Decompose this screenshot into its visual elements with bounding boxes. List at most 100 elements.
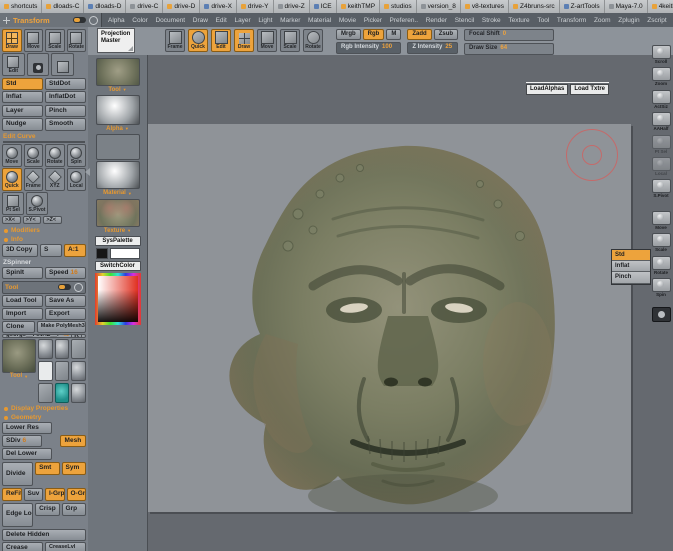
- local-button[interactable]: Local: [652, 157, 671, 176]
- menu-item-preferences[interactable]: Preferen..: [390, 17, 419, 24]
- tool-thumbnail[interactable]: [96, 58, 140, 86]
- menu-item-zplugin[interactable]: Zplugin: [618, 17, 639, 24]
- top-tab[interactable]: v8-textures: [461, 0, 509, 13]
- orient-move-button[interactable]: Move: [2, 144, 22, 167]
- point-select-button[interactable]: Pt Sel: [2, 192, 24, 215]
- brush-inflatdot-button[interactable]: InflatDot: [45, 91, 86, 103]
- z-intensity-slider[interactable]: Z Intensity 25: [407, 42, 458, 54]
- set-pivot-button[interactable]: S.Pivot: [26, 192, 48, 215]
- material-thumbnail[interactable]: [96, 161, 140, 189]
- menu-item-layer[interactable]: Layer: [234, 17, 250, 24]
- move-button[interactable]: Move: [257, 29, 277, 52]
- tool-thumbnail[interactable]: [55, 361, 70, 381]
- top-tab[interactable]: drive-Y: [237, 0, 274, 13]
- draw-size-slider[interactable]: Draw Size 64: [464, 43, 554, 55]
- igrp-toggle[interactable]: I-Grp: [45, 488, 65, 500]
- secondary-color-swatch[interactable]: [96, 248, 108, 259]
- texture-tray-label[interactable]: Texture: [104, 228, 125, 235]
- suv-toggle[interactable]: Suv: [24, 488, 44, 500]
- tool-thumbnail[interactable]: [38, 383, 53, 403]
- scale-mode-button[interactable]: Scale: [45, 29, 65, 52]
- menu-item-light[interactable]: Light: [258, 17, 272, 24]
- menu-item-draw[interactable]: Draw: [193, 17, 208, 24]
- menu-item-tool[interactable]: Tool: [537, 17, 549, 24]
- spinit-button[interactable]: SpinIt: [2, 267, 43, 279]
- top-tab[interactable]: drive-D: [163, 0, 200, 13]
- menu-item-alpha[interactable]: Alpha: [108, 17, 125, 24]
- zadd-button[interactable]: Zadd: [407, 29, 431, 40]
- scroll-button[interactable]: Scroll: [652, 45, 671, 64]
- frame-button[interactable]: Frame: [24, 168, 44, 191]
- menu-item-stroke[interactable]: Stroke: [482, 17, 501, 24]
- saturation-square[interactable]: [98, 276, 138, 322]
- tool-thumbnail[interactable]: [55, 339, 70, 359]
- menu-item-zscript[interactable]: Zscript: [647, 17, 667, 24]
- top-tab[interactable]: Maya-7.0: [605, 0, 648, 13]
- move-mode-button[interactable]: Move: [24, 29, 44, 52]
- menu-item-color[interactable]: Color: [132, 17, 148, 24]
- popup-item-inflat[interactable]: Inflat: [612, 261, 650, 272]
- edit-mode-button[interactable]: Edit: [2, 53, 25, 76]
- load-texture-button[interactable]: Load Txtre: [570, 84, 609, 95]
- menu-item-transform[interactable]: Transform: [557, 17, 586, 24]
- switchcolor-button[interactable]: SwitchColor: [95, 261, 141, 271]
- menu-item-stencil[interactable]: Stencil: [455, 17, 475, 24]
- rotate-button[interactable]: Rotate: [303, 29, 323, 52]
- rotate-mode-button[interactable]: Rotate: [67, 29, 87, 52]
- texture-slot[interactable]: [96, 134, 140, 160]
- grp-toggle[interactable]: Grp: [62, 503, 86, 516]
- popup-item-std[interactable]: Std: [612, 250, 650, 261]
- tool-thumbnail[interactable]: [38, 339, 53, 359]
- quick-button[interactable]: Quick: [2, 168, 22, 191]
- actual-size-button[interactable]: ActSiz: [652, 90, 671, 109]
- divide-button[interactable]: Divide: [2, 462, 33, 486]
- tool-tray-label[interactable]: Tool: [108, 87, 120, 94]
- top-tab[interactable]: dloads-C: [42, 0, 84, 13]
- load-alphas-button[interactable]: LoadAlphas: [526, 84, 568, 95]
- brush-nudge-button[interactable]: Nudge: [2, 118, 43, 130]
- save-as-button[interactable]: Save As: [45, 295, 86, 307]
- nav-rotate-button[interactable]: Rotate: [652, 256, 671, 275]
- mirror-z-button[interactable]: >Z<: [43, 216, 62, 225]
- display-properties-section[interactable]: Display Properties: [11, 405, 68, 412]
- tool-palette-header[interactable]: Tool: [2, 281, 86, 294]
- edit-button[interactable]: Edit: [211, 29, 231, 52]
- brush-stddot-button[interactable]: StdDot: [45, 78, 86, 90]
- tool-thumbnail[interactable]: [71, 339, 86, 359]
- rgb-intensity-slider[interactable]: Rgb Intensity 100: [336, 42, 401, 54]
- geometry-section[interactable]: Geometry: [11, 414, 41, 421]
- zsub-button[interactable]: Zsub: [434, 29, 458, 40]
- cycle-icon[interactable]: [74, 283, 83, 292]
- top-tab[interactable]: keithTMP: [337, 0, 380, 13]
- transform-palette-header[interactable]: Transform: [0, 13, 102, 27]
- del-lower-button[interactable]: Del Lower: [2, 448, 52, 460]
- snapshot-button[interactable]: [27, 53, 50, 76]
- texture-thumbnail[interactable]: [96, 199, 140, 227]
- brush-pinch-button[interactable]: Pinch: [45, 105, 86, 117]
- mesh-button[interactable]: Mesh: [60, 435, 86, 447]
- crisp-toggle[interactable]: Crisp: [35, 503, 59, 516]
- top-tab[interactable]: Z-artTools: [560, 0, 605, 13]
- s-field[interactable]: S: [40, 244, 62, 256]
- crease-button[interactable]: Crease: [2, 542, 43, 551]
- mirror-y-button[interactable]: >Y<: [23, 216, 42, 225]
- ogrp-toggle[interactable]: O-Grp: [67, 488, 87, 500]
- export-button[interactable]: Export: [45, 308, 86, 320]
- focal-shift-slider[interactable]: Focal Shift 0: [464, 29, 554, 41]
- nav-move-button[interactable]: Move: [652, 211, 671, 230]
- popup-item-pinch[interactable]: Pinch: [612, 272, 650, 283]
- alpha-tray-label[interactable]: Alpha: [106, 126, 123, 133]
- menu-item-texture[interactable]: Texture: [508, 17, 529, 24]
- edge-loop-button[interactable]: Edge Loop: [2, 503, 33, 527]
- clone-button[interactable]: Clone: [2, 321, 35, 333]
- orient-scale-button[interactable]: Scale: [24, 144, 44, 167]
- brush-smooth-button[interactable]: Smooth: [45, 118, 86, 130]
- xyz-button[interactable]: XYZ: [45, 168, 65, 191]
- camera-button[interactable]: [652, 307, 671, 322]
- orient-rotate-button[interactable]: Rotate: [45, 144, 65, 167]
- top-tab[interactable]: drive-Z: [274, 0, 310, 13]
- color-picker[interactable]: [95, 273, 141, 325]
- menu-item-material[interactable]: Material: [308, 17, 331, 24]
- lower-res-button[interactable]: Lower Res: [2, 422, 52, 434]
- nav-scale-button[interactable]: Scale: [652, 233, 671, 252]
